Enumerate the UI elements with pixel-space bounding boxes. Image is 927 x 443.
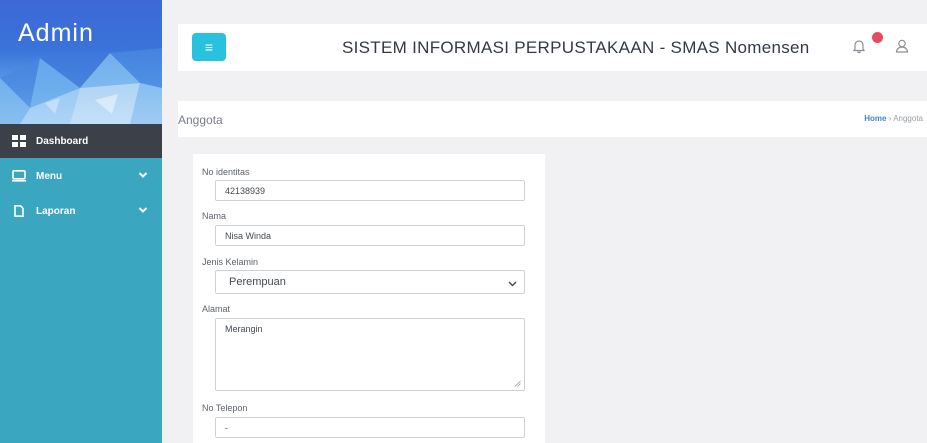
- sidebar-item-label: Dashboard: [36, 135, 89, 147]
- breadcrumb-separator: ›: [888, 114, 892, 123]
- sidebar-item-laporan[interactable]: Laporan: [0, 194, 162, 228]
- resize-grip-icon[interactable]: [514, 380, 521, 387]
- brand-banner: Admin: [0, 0, 162, 124]
- jenis-kelamin-label: Jenis Kelamin: [202, 257, 259, 267]
- no-identitas-input[interactable]: 42138939: [215, 180, 525, 201]
- sidebar-item-label: Menu: [36, 170, 63, 182]
- jenis-kelamin-value: Perempuan: [229, 276, 286, 288]
- no-telepon-label: No Telepon: [202, 403, 248, 413]
- menu-toggle-button[interactable]: ≡: [192, 33, 226, 61]
- sidebar-item-label: Laporan: [36, 205, 76, 217]
- nama-input[interactable]: Nisa Winda: [215, 225, 525, 246]
- nama-label: Nama: [202, 211, 227, 221]
- jenis-kelamin-select[interactable]: Perempuan: [215, 270, 525, 294]
- alamat-value: Merangin: [225, 324, 263, 334]
- alamat-label: Alamat: [202, 304, 231, 314]
- user-icon[interactable]: [894, 38, 910, 54]
- bell-icon[interactable]: [851, 38, 867, 54]
- brand-title: Admin: [18, 19, 94, 47]
- sidebar: Admin Dashboard Menu Laporan: [0, 0, 162, 443]
- chevron-down-icon: [138, 207, 148, 213]
- page-title: Anggota: [178, 113, 223, 127]
- nama-value: Nisa Winda: [225, 230, 272, 241]
- sidebar-item-menu[interactable]: Menu: [0, 159, 162, 193]
- hamburger-icon: ≡: [204, 39, 214, 55]
- breadcrumb-home-link[interactable]: Home: [864, 114, 886, 123]
- member-form: No identitas 42138939 Nama Nisa Winda Je…: [193, 154, 545, 443]
- app-root: Admin Dashboard Menu Laporan ≡ SISTEM IN…: [0, 0, 927, 443]
- polygon-pattern: [0, 48, 162, 124]
- app-title: SISTEM INFORMASI PERPUSTAKAAN - SMAS Nom…: [342, 38, 810, 57]
- breadcrumb-current: Anggota: [893, 114, 923, 123]
- no-telepon-value: -: [225, 422, 228, 433]
- no-identitas-label: No identitas: [202, 167, 250, 177]
- no-identitas-value: 42138939: [225, 185, 266, 196]
- monitor-icon: [12, 170, 26, 182]
- top-header: ≡ SISTEM INFORMASI PERPUSTAKAAN - SMAS N…: [178, 24, 927, 71]
- page-header: Anggota Home › Anggota: [178, 101, 927, 137]
- document-icon: [14, 205, 24, 217]
- chevron-down-icon: [138, 172, 148, 178]
- chevron-down-icon: [508, 281, 517, 287]
- grid-icon: [12, 135, 26, 147]
- notification-badge: [872, 32, 883, 43]
- alamat-textarea[interactable]: Merangin: [215, 318, 525, 391]
- no-telepon-input[interactable]: -: [215, 417, 525, 438]
- breadcrumb: Home › Anggota: [864, 114, 923, 123]
- sidebar-item-dashboard[interactable]: Dashboard: [0, 124, 162, 158]
